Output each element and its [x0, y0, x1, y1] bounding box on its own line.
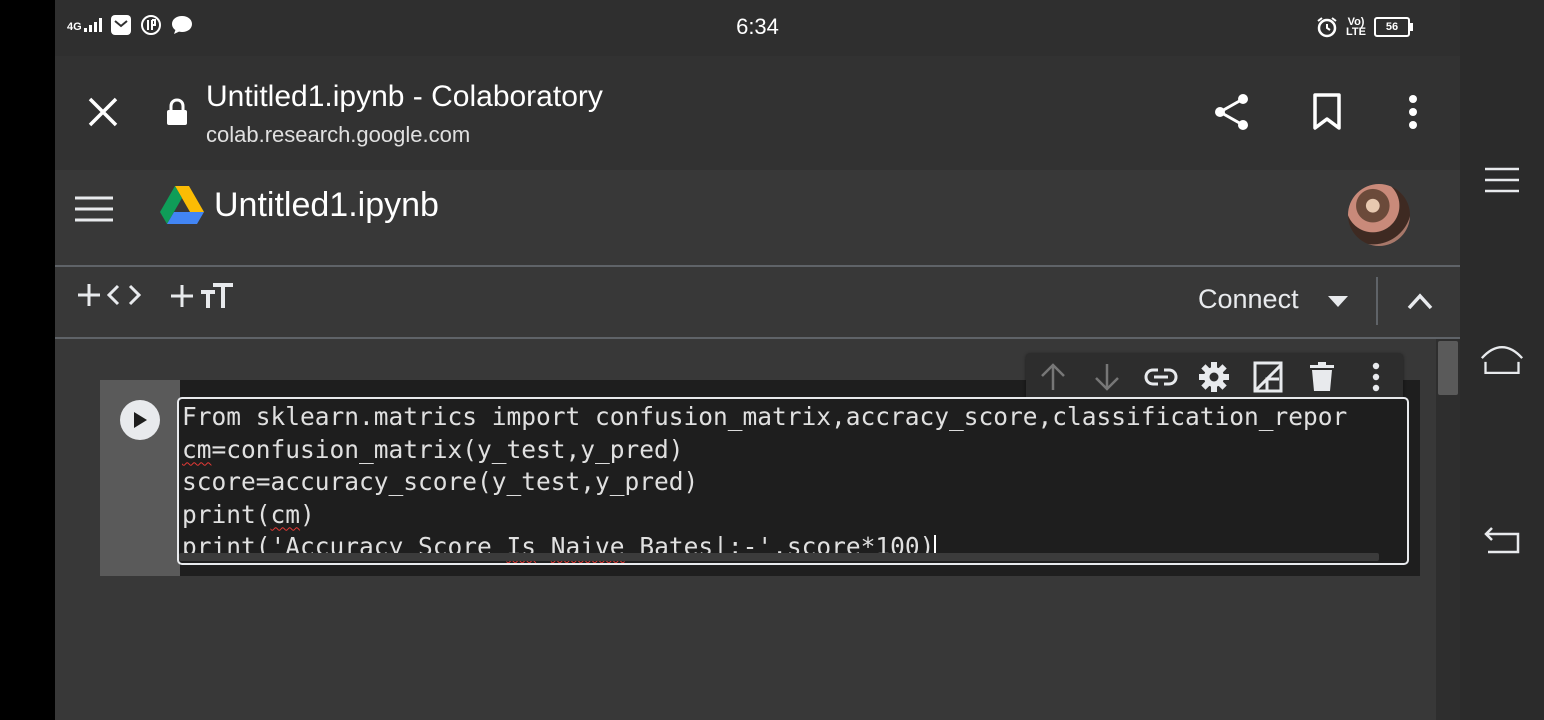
code-line-1: From sklearn.matrics import confusion_ma… [182, 402, 1347, 431]
battery-level: 56 [1385, 21, 1399, 33]
code-segment: =confusion_matrix(y_test,y_pred) [211, 434, 684, 464]
gear-icon [1199, 362, 1230, 392]
clock: 6:34 [736, 14, 779, 39]
arrow-up-icon [1041, 363, 1065, 390]
toolbar-divider [1376, 277, 1378, 325]
code-brackets-icon [107, 284, 141, 306]
code-editor[interactable]: From sklearn.matrics import confusion_ma… [177, 397, 1409, 565]
more-vert-icon[interactable] [1405, 94, 1421, 130]
play-icon [134, 412, 147, 428]
notebook-area: From sklearn.matrics import confusion_ma… [55, 339, 1460, 720]
code-text[interactable]: From sklearn.matrics import confusion_ma… [182, 401, 1347, 563]
connect-button[interactable]: Connect [1198, 284, 1299, 315]
browser-toolbar: Untitled1.ipynb - Colaboratory colab.res… [55, 56, 1460, 170]
alarm-icon [1317, 17, 1337, 38]
code-segment: From sklearn.matrics import confusion_ma… [182, 402, 1348, 431]
text-format-icon [201, 283, 233, 308]
back-arrow-icon [1484, 527, 1520, 554]
page-title: Untitled1.ipynb - Colaboratory [206, 80, 603, 113]
run-cell-button[interactable] [120, 400, 160, 440]
cell-more-button[interactable] [1357, 358, 1395, 396]
code-line-3: score=accuracy_score(y_test,y_pred) [182, 467, 698, 496]
volte-bottom-label: LTE [1346, 26, 1366, 38]
code-segment: print( [182, 499, 271, 529]
mirror-cell-icon [1253, 361, 1283, 393]
notebook-scrollbar[interactable] [1436, 339, 1460, 720]
volte-icon: Vo) LTE [1346, 17, 1366, 38]
cell-gutter [100, 380, 180, 576]
hamburger-menu-icon[interactable] [75, 195, 113, 223]
cell-settings-button[interactable] [1195, 358, 1233, 396]
move-cell-up-button[interactable] [1034, 358, 1072, 396]
battery-icon: 56 [1374, 17, 1413, 37]
share-icon[interactable] [1212, 92, 1252, 132]
close-icon[interactable] [87, 96, 119, 128]
page-url: colab.research.google.com [206, 122, 471, 147]
recent-apps-button[interactable] [1480, 158, 1524, 202]
status-right-icons: Vo) LTE 56 [1316, 16, 1413, 38]
link-to-cell-button[interactable] [1142, 358, 1180, 396]
chevron-up-icon[interactable] [1407, 292, 1433, 310]
code-line-4: print(cm) [182, 500, 315, 529]
colab-header: Untitled1.ipynb [55, 170, 1460, 267]
menu-lines-icon [1485, 167, 1519, 193]
code-segment: ) [300, 499, 315, 529]
code-segment: score=accuracy_score(y_test,y_pred) [182, 467, 699, 496]
status-bar: 4G 6:34 Vo) LTE 56 [55, 0, 1460, 56]
system-navigation-bar [1460, 0, 1544, 720]
back-button[interactable] [1480, 518, 1524, 562]
code-segment-misspelled: cm [270, 499, 301, 529]
notebook-title[interactable]: Untitled1.ipynb [214, 186, 439, 225]
avatar[interactable] [1348, 184, 1410, 246]
lock-icon [167, 98, 187, 125]
arrow-down-icon [1094, 364, 1119, 391]
google-drive-icon [160, 186, 204, 224]
left-bezel [0, 0, 55, 720]
trash-icon [1310, 362, 1335, 391]
delete-cell-button[interactable] [1303, 358, 1341, 396]
plus-icon [78, 284, 100, 306]
add-code-cell-button[interactable] [77, 283, 141, 307]
chevron-down-icon[interactable] [1328, 296, 1348, 308]
code-segment-misspelled: cm [182, 434, 212, 464]
editor-horizontal-scrollbar[interactable] [179, 553, 1379, 561]
notebook-scrollbar-thumb[interactable] [1438, 341, 1458, 395]
bookmark-icon[interactable] [1311, 93, 1343, 131]
move-cell-down-button[interactable] [1088, 358, 1126, 396]
home-button[interactable] [1480, 338, 1524, 382]
more-vert-icon [1372, 362, 1380, 392]
mirror-cell-button[interactable] [1249, 358, 1287, 396]
home-icon [1480, 346, 1524, 374]
code-line-2: cm=confusion_matrix(y_test,y_pred) [182, 435, 684, 464]
add-text-cell-button[interactable] [170, 283, 234, 309]
phone-screen: 4G 6:34 Vo) LTE 56 Untitled1.ipynb - Col… [55, 0, 1460, 720]
link-icon [1144, 368, 1178, 386]
plus-icon [171, 285, 193, 307]
cell-toolbar [1026, 353, 1403, 401]
notebook-toolbar: Connect [55, 267, 1460, 339]
